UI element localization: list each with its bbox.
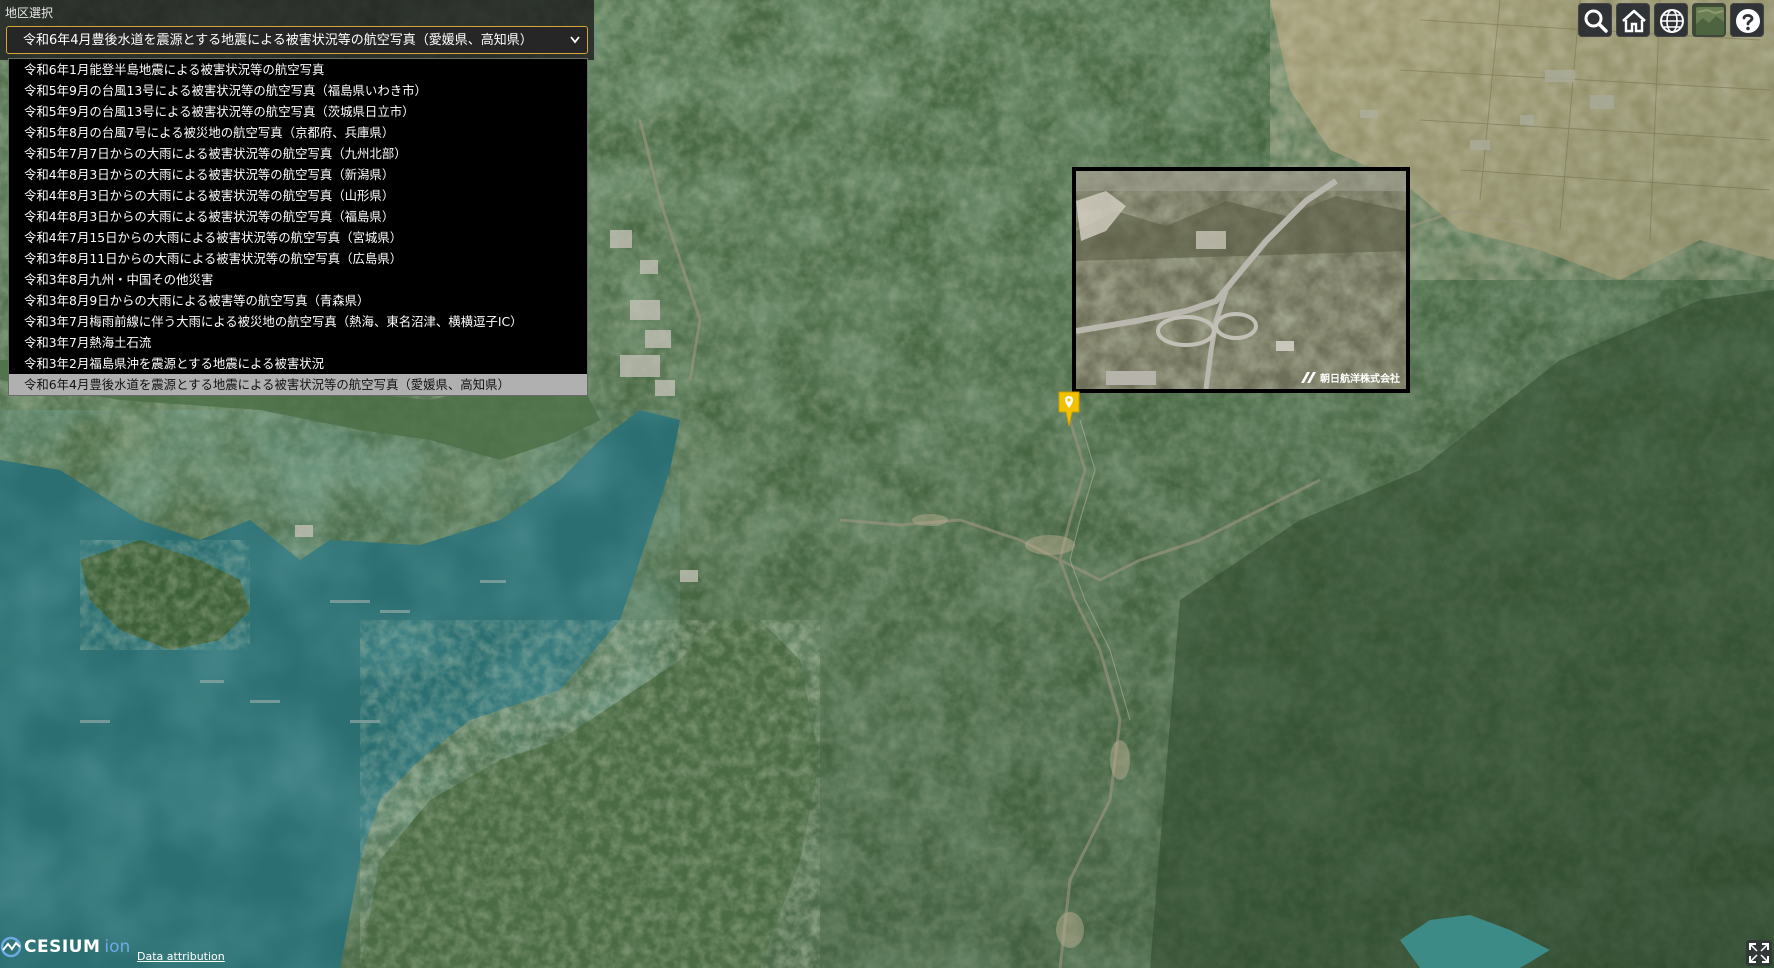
aerial-photo — [1076, 171, 1406, 389]
home-button[interactable] — [1616, 3, 1650, 37]
search-icon — [1584, 9, 1608, 33]
region-option[interactable]: 令和5年8月の台風7号による被災地の航空写真（京都府、兵庫県） — [9, 122, 587, 143]
region-option[interactable]: 令和5年9月の台風13号による被害状況等の航空写真（茨城県日立市） — [9, 101, 587, 122]
cesium-logo-text: CESIUM — [24, 937, 101, 957]
scene-mode-button[interactable] — [1654, 3, 1688, 37]
region-select[interactable]: 令和6年4月豊後水道を震源とする地震による被害状況等の航空写真（愛媛県、高知県） — [6, 26, 588, 54]
region-option[interactable]: 令和3年7月熱海土石流 — [9, 332, 587, 353]
region-option[interactable]: 令和3年2月福島県沖を震源とする地震による被害状況 — [9, 353, 587, 374]
region-option[interactable]: 令和4年8月3日からの大雨による被害状況等の航空写真（山形県） — [9, 185, 587, 206]
photo-credit-text: 朝日航洋株式会社 — [1320, 374, 1400, 385]
region-option[interactable]: 令和3年8月九州・中国その他災害 — [9, 269, 587, 290]
imagery-icon — [1696, 7, 1724, 35]
location-marker-icon[interactable] — [1057, 390, 1081, 428]
region-option[interactable]: 令和5年7月7日からの大雨による被害状況等の航空写真（九州北部） — [9, 143, 587, 164]
globe-icon — [1660, 9, 1684, 33]
search-button[interactable] — [1578, 3, 1612, 37]
region-panel: 地区選択 令和6年4月豊後水道を震源とする地震による被害状況等の航空写真（愛媛県… — [0, 0, 594, 60]
data-attribution-link[interactable]: Data attribution — [137, 950, 225, 963]
region-option[interactable]: 令和3年8月9日からの大雨による被害等の航空写真（青森県） — [9, 290, 587, 311]
region-option[interactable]: 令和6年4月豊後水道を震源とする地震による被害状況等の航空写真（愛媛県、高知県） — [9, 374, 587, 395]
region-option[interactable]: 令和4年8月3日からの大雨による被害状況等の航空写真（福島県） — [9, 206, 587, 227]
cesium-logo-icon — [0, 936, 22, 958]
cesium-ion-text: ion — [104, 937, 131, 957]
region-select-value: 令和6年4月豊後水道を震源とする地震による被害状況等の航空写真（愛媛県、高知県） — [23, 33, 533, 48]
base-layer-button[interactable] — [1692, 3, 1726, 37]
help-icon — [1736, 9, 1760, 33]
region-dropdown-list[interactable]: 令和6年1月能登半島地震による被害状況等の航空写真 令和5年9月の台風13号による… — [8, 58, 588, 396]
region-option[interactable]: 令和5年9月の台風13号による被害状況等の航空写真（福島県いわき市） — [9, 80, 587, 101]
home-icon — [1622, 9, 1646, 33]
region-option[interactable]: 令和4年7月15日からの大雨による被害状況等の航空写真（宮城県） — [9, 227, 587, 248]
chevron-down-icon — [570, 36, 580, 44]
aerial-photo-popup[interactable]: 朝日航洋株式会社 — [1072, 167, 1410, 393]
region-label: 地区選択 — [5, 6, 54, 20]
map-viewer[interactable]: 地区選択 令和6年4月豊後水道を震源とする地震による被害状況等の航空写真（愛媛県… — [0, 0, 1774, 968]
region-option[interactable]: 令和3年7月梅雨前線に伴う大雨による被災地の航空写真（熱海、東名沼津、横横逗子I… — [9, 311, 587, 332]
fullscreen-button[interactable] — [1746, 940, 1772, 966]
region-option[interactable]: 令和6年1月能登半島地震による被害状況等の航空写真 — [9, 59, 587, 80]
region-option[interactable]: 令和4年8月3日からの大雨による被害状況等の航空写真（新潟県） — [9, 164, 587, 185]
fullscreen-icon — [1749, 943, 1769, 963]
cesium-ion-logo[interactable]: CESIUM ion — [0, 935, 130, 959]
credit-logo-icon — [1301, 372, 1316, 383]
photo-credit: 朝日航洋株式会社 — [1301, 370, 1400, 385]
region-option[interactable]: 令和3年8月11日からの大雨による被害状況等の航空写真（広島県） — [9, 248, 587, 269]
help-button[interactable] — [1730, 3, 1764, 37]
